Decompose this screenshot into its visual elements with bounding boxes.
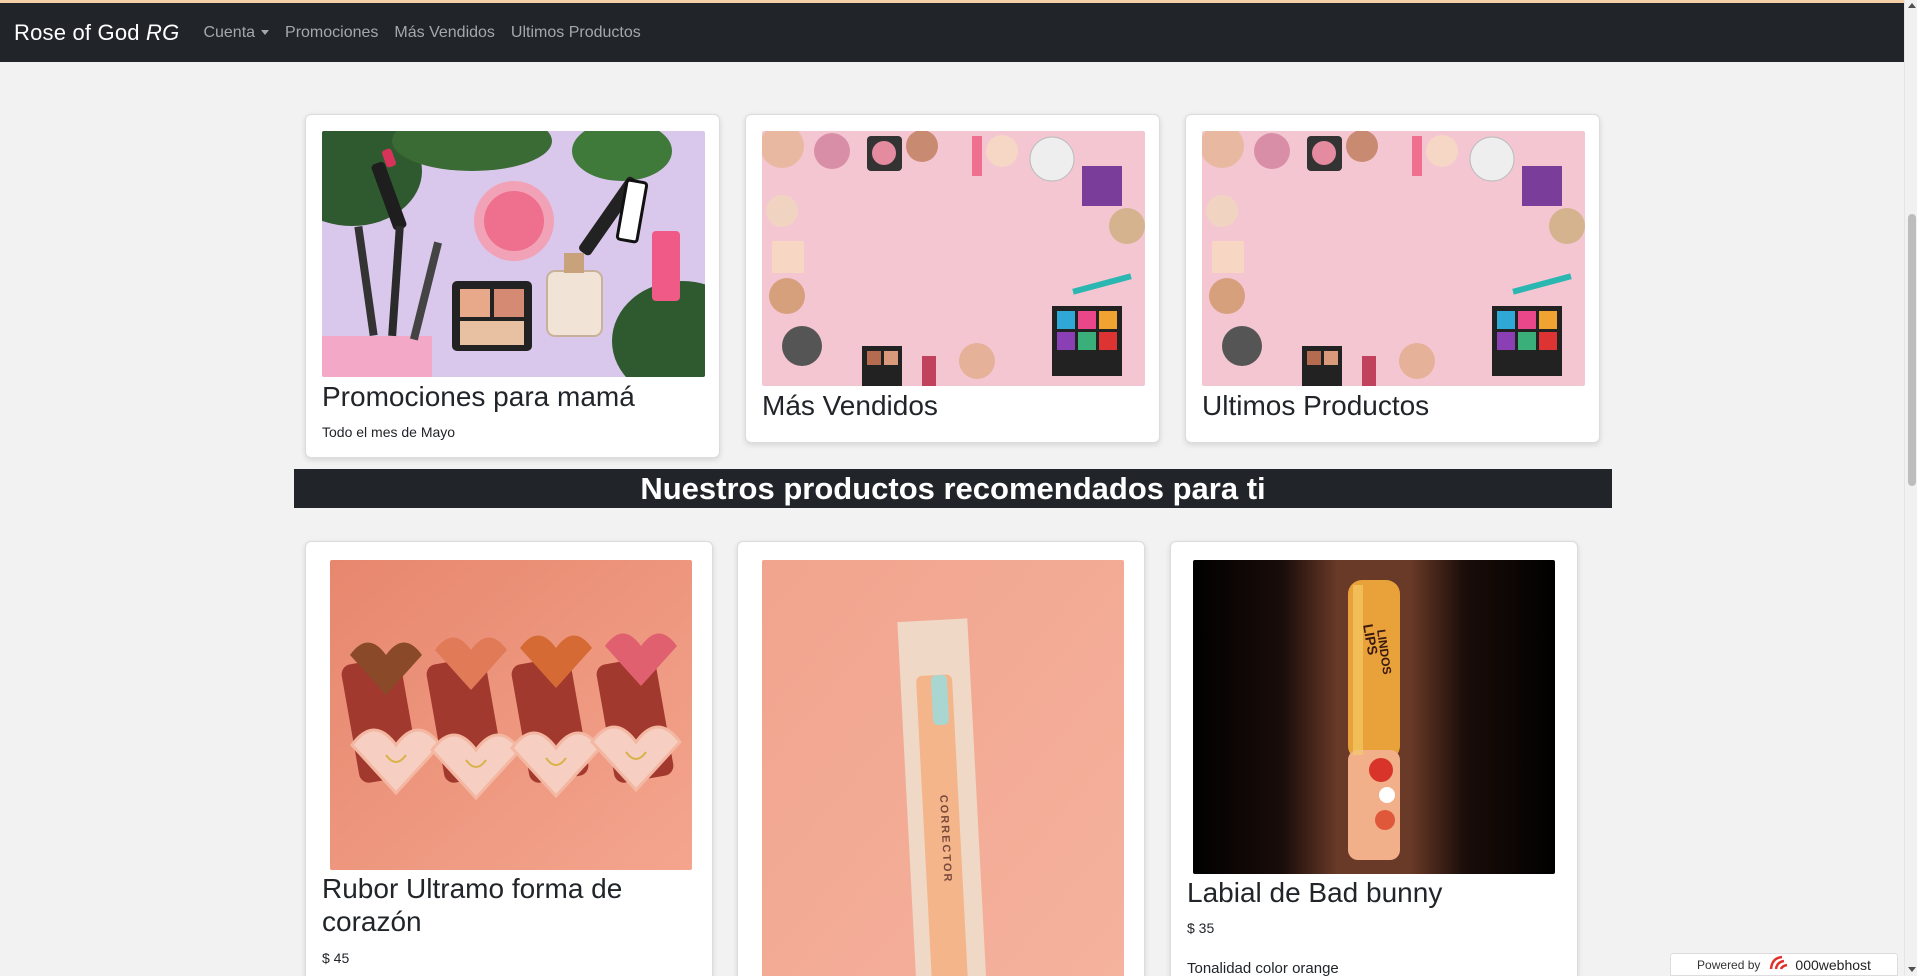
category-card-mas-vendidos[interactable]: Más Vendidos [745,114,1160,443]
category-subtitle: Todo el mes de Mayo [322,424,456,440]
webhost-badge[interactable]: Powered by 000webhost [1670,953,1898,976]
brand-logo[interactable]: Rose of God RG [14,20,179,46]
recommended-banner: Nuestros productos recomendados para ti [294,469,1612,508]
navbar: Rose of God RG Cuenta Promociones Más Ve… [0,3,1904,62]
scroll-thumb[interactable] [1908,214,1916,486]
nav-mas-vendidos[interactable]: Más Vendidos [394,24,495,42]
caret-down-icon [261,30,270,35]
scroll-up-icon[interactable] [1908,3,1916,8]
category-title: Promociones para mamá [322,381,635,412]
product-title: Labial de Bad bunny [1187,877,1443,908]
product-image-rubor [330,560,692,870]
product-card-labial[interactable]: LIPS LINDOS Labial de Bad bunny $ 35 Ton… [1170,541,1578,976]
category-card-promociones[interactable]: Promociones para mamá Todo el mes de May… [305,114,720,458]
product-image-labial: LIPS LINDOS [1193,560,1555,874]
category-title: Ultimos Productos [1202,390,1430,421]
nav-promociones[interactable]: Promociones [285,24,378,42]
category-card-ultimos-productos[interactable]: Ultimos Productos [1185,114,1600,443]
makeup-flatlay-image [322,131,705,377]
product-title: Rubor Ultramo forma de corazón [322,873,623,937]
brand-text: Rose of God [14,19,147,45]
powered-by-text: Powered by [1697,957,1761,972]
product-description: Tonalidad color orange [1187,960,1339,976]
page-scrollbar[interactable] [1904,0,1917,976]
product-price: $ 45 [322,950,350,966]
brand-italic: RG [146,19,180,45]
product-card-corrector[interactable]: CORRECTOR [737,541,1145,976]
nav-ultimos-productos[interactable]: Ultimos Productos [511,24,641,42]
product-price: $ 35 [1187,920,1215,936]
scroll-down-icon[interactable] [1908,967,1916,972]
product-image-corrector: CORRECTOR [762,560,1124,976]
product-card-rubor[interactable]: Rubor Ultramo forma de corazón $ 45 [305,541,713,976]
nav-cuenta-label: Cuenta [203,23,256,41]
category-title: Más Vendidos [762,390,938,421]
nav-cuenta-dropdown[interactable]: Cuenta [203,23,270,42]
makeup-frame-image [1202,131,1585,386]
webhost-logo-icon [1768,955,1790,974]
makeup-frame-image [762,131,1145,386]
webhost-name: 000webhost [1795,956,1871,973]
